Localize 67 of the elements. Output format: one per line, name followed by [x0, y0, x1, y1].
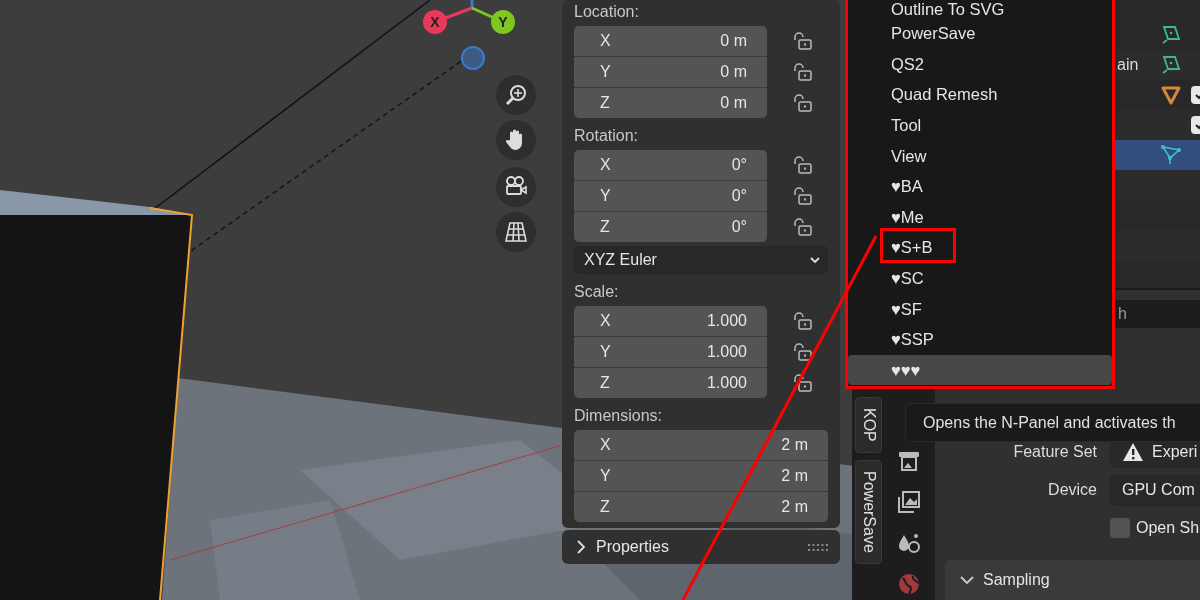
- plane-icon: [1160, 54, 1182, 76]
- number-field[interactable]: Z 2 m: [574, 492, 828, 522]
- number-field[interactable]: Y 1.000: [574, 337, 767, 367]
- checkbox[interactable]: Open Sh: [1110, 516, 1200, 540]
- axis-line: [470, 0, 474, 8]
- view-button[interactable]: [496, 212, 536, 252]
- axis-handle[interactable]: X: [423, 6, 473, 34]
- item-label: ain: [1117, 55, 1140, 75]
- menu-item[interactable]: ♥SSP: [848, 324, 1112, 355]
- warning-icon: [1122, 442, 1144, 462]
- menu-item[interactable]: QS2: [848, 48, 1112, 80]
- section-label: Dimensions:: [574, 406, 663, 426]
- lock-icon[interactable]: [791, 217, 813, 237]
- number-field[interactable]: Y 0 m: [574, 57, 767, 87]
- tooltip: Opens the N-Panel and activates th: [905, 403, 1200, 442]
- view-button[interactable]: [496, 167, 536, 207]
- number-field[interactable]: Z 0 m: [574, 88, 767, 118]
- grid-icon: [504, 220, 528, 244]
- number-field[interactable]: X 1.000: [574, 306, 767, 336]
- menu-item[interactable]: PowerSave: [848, 18, 1112, 49]
- view-button[interactable]: [496, 120, 536, 160]
- grip-icon: [808, 542, 828, 552]
- image-icon[interactable]: [897, 490, 923, 516]
- menu-item[interactable]: ♥Me: [848, 201, 1112, 233]
- section-label: Location:: [574, 4, 639, 20]
- panel-header[interactable]: Properties: [562, 530, 840, 564]
- axis-handle[interactable]: Y: [471, 6, 515, 34]
- section-label: Rotation:: [574, 126, 639, 146]
- chevron-icon: [574, 539, 588, 555]
- number-field[interactable]: Y 0°: [574, 181, 767, 211]
- menu-item[interactable]: View: [848, 140, 1112, 172]
- mesh-icon: [1160, 144, 1182, 166]
- menu-item[interactable]: ♥♥♥: [848, 354, 1112, 386]
- lock-icon[interactable]: [791, 342, 813, 362]
- field-label: Device: [1048, 480, 1097, 500]
- menu-item[interactable]: Quad Remesh: [848, 79, 1112, 111]
- number-field[interactable]: X 2 m: [574, 430, 828, 460]
- number-field[interactable]: X 0 m: [574, 26, 767, 56]
- axis-handle[interactable]: [461, 46, 485, 70]
- number-field[interactable]: Z 0°: [574, 212, 767, 242]
- lock-icon[interactable]: [791, 93, 813, 113]
- number-field[interactable]: Y 2 m: [574, 461, 828, 491]
- lock-icon[interactable]: [791, 186, 813, 206]
- menu-item[interactable]: Outline To SVG: [848, 0, 1112, 19]
- zoom-icon: [504, 83, 528, 107]
- sidebar-tab[interactable]: PowerSave: [855, 459, 882, 564]
- lock-icon[interactable]: [791, 155, 813, 175]
- number-field[interactable]: Z 1.000: [574, 368, 767, 398]
- triangle-icon: [1160, 84, 1182, 106]
- section-label: Scale:: [574, 282, 619, 302]
- sidebar-tab[interactable]: KOP: [855, 397, 882, 453]
- menu-item[interactable]: ♥BA: [848, 171, 1112, 202]
- field-label: Feature Set: [1013, 442, 1097, 462]
- view-button[interactable]: [496, 75, 536, 115]
- plane-icon: [1160, 24, 1182, 46]
- lock-icon[interactable]: [791, 62, 813, 82]
- menu-item[interactable]: ♥S+B: [848, 232, 1112, 264]
- dropdown[interactable]: GPU Com: [1110, 474, 1200, 506]
- dropdown[interactable]: XYZ Euler: [574, 246, 828, 274]
- lock-icon[interactable]: [791, 31, 813, 51]
- number-field[interactable]: X 0°: [574, 150, 767, 180]
- panel-header[interactable]: Sampling: [945, 560, 1200, 600]
- menu-item[interactable]: ♥SC: [848, 263, 1112, 294]
- lock-icon[interactable]: [791, 373, 813, 393]
- menu-item[interactable]: Tool: [848, 110, 1112, 141]
- lock-icon[interactable]: [791, 311, 813, 331]
- menu-item[interactable]: ♥SF: [848, 293, 1112, 325]
